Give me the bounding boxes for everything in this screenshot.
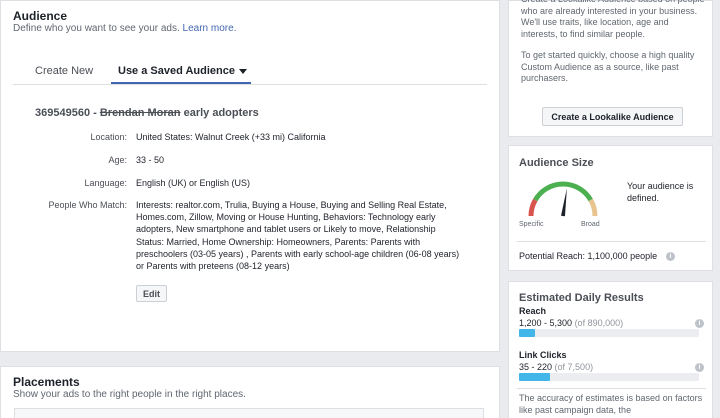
- saved-audience-id: 369549560 -: [35, 107, 100, 119]
- link-clicks-value: 35 - 220 (of 7,500): [519, 362, 593, 372]
- age-label: Age:: [108, 155, 127, 165]
- saved-audience-suffix: early adopters: [180, 107, 259, 119]
- daily-results-title: Estimated Daily Results: [519, 292, 644, 304]
- audience-subtitle-text: Define who you want to see your ads.: [13, 23, 180, 34]
- people-who-match-label: People Who Match:: [48, 200, 127, 210]
- gauge-tan-segment: [588, 198, 598, 217]
- lookalike-tip: To get started quickly, choose a high qu…: [521, 50, 695, 83]
- edit-button[interactable]: Edit: [136, 285, 167, 302]
- audience-size-title: Audience Size: [519, 157, 594, 169]
- saved-audience-struck-name: Brendan Moran: [99, 107, 181, 119]
- create-lookalike-button[interactable]: Create a Lookalike Audience: [542, 107, 683, 126]
- location-value: United States: Walnut Creek (+33 mi) Cal…: [136, 132, 326, 142]
- info-icon[interactable]: i: [666, 252, 675, 261]
- audience-subtitle: Define who you want to see your ads. Lea…: [13, 23, 236, 34]
- language-value: English (UK) or English (US): [136, 178, 251, 188]
- location-label: Location:: [90, 132, 127, 142]
- info-icon[interactable]: i: [695, 363, 704, 372]
- link-clicks-label: Link Clicks: [519, 350, 567, 360]
- tabs-divider: [13, 84, 487, 85]
- gauge-needle: [561, 188, 567, 217]
- gauge-broad-label: Broad: [581, 221, 600, 228]
- link-clicks-bar: [519, 373, 699, 381]
- info-icon[interactable]: i: [695, 319, 704, 328]
- reach-label: Reach: [519, 306, 547, 316]
- placements-option-box[interactable]: [14, 408, 484, 418]
- reach-of: (of 890,000): [574, 318, 624, 328]
- learn-more-link[interactable]: Learn more.: [183, 23, 237, 34]
- lookalike-panel: Create a Lookalike Audience based on peo…: [508, 0, 713, 137]
- lookalike-description: Create a Lookalike Audience based on peo…: [521, 0, 705, 39]
- audience-size-divider: [517, 241, 706, 242]
- audience-size-gauge: [528, 181, 598, 217]
- daily-results-divider: [517, 388, 706, 389]
- link-clicks-bar-fill: [519, 373, 550, 381]
- gauge-red-segment: [528, 198, 538, 217]
- audience-panel: Audience Define who you want to see your…: [0, 0, 500, 352]
- audience-size-panel: Audience Size Specific Broad Your audien…: [508, 145, 713, 271]
- reach-bar-fill: [519, 329, 536, 337]
- saved-audience-name: 369549560 - Brendan Moran early adopters: [35, 107, 259, 119]
- placements-subtitle: Show your ads to the right people in the…: [13, 389, 246, 400]
- link-clicks-range: 35 - 220: [519, 362, 553, 372]
- reach-range: 1,200 - 5,300: [519, 318, 573, 328]
- caret-down-icon: [238, 68, 247, 74]
- reach-value: 1,200 - 5,300 (of 890,000): [519, 318, 623, 328]
- tab-use-saved-audience-label: Use a Saved Audience: [118, 65, 235, 77]
- placements-title: Placements: [13, 375, 80, 389]
- reach-bar: [519, 329, 699, 337]
- tab-use-saved-audience[interactable]: Use a Saved Audience: [118, 65, 247, 77]
- link-clicks-of: (of 7,500): [554, 362, 594, 372]
- tab-create-new[interactable]: Create New: [35, 65, 93, 77]
- people-who-match-value: Interests: realtor.com, Trulia, Buying a…: [136, 200, 460, 272]
- gauge-specific-label: Specific: [519, 221, 544, 228]
- audience-title: Audience: [13, 9, 68, 23]
- gauge-green-segment: [533, 181, 593, 202]
- potential-reach: Potential Reach: 1,100,000 people: [519, 251, 658, 261]
- estimate-accuracy-note: The accuracy of estimates is based on fa…: [519, 393, 703, 415]
- daily-results-panel: Estimated Daily Results Reach 1,200 - 5,…: [508, 281, 713, 418]
- audience-defined-text: Your audience is defined.: [627, 181, 694, 203]
- language-label: Language:: [84, 178, 127, 188]
- age-value: 33 - 50: [136, 155, 165, 165]
